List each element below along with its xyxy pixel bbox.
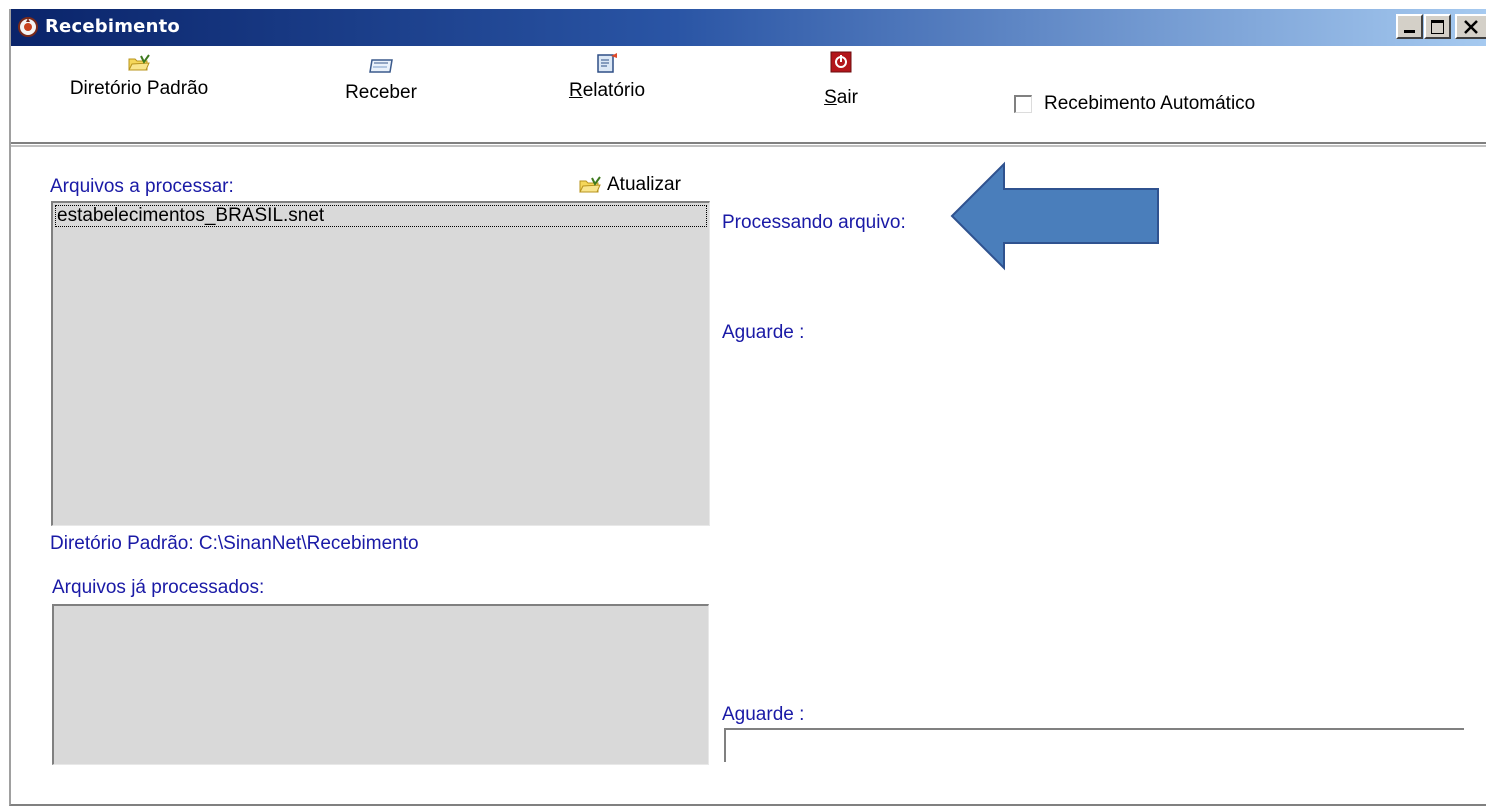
close-icon — [1464, 20, 1478, 34]
default-directory-path: Diretório Padrão: C:\SinanNet\Recebiment… — [50, 533, 419, 554]
exit-label: Sair — [824, 87, 858, 108]
pending-files-label: Arquivos a processar: — [50, 176, 234, 197]
folder-refresh-icon — [579, 176, 601, 193]
toolbar: Diretório Padrão Receber Relatório Sair … — [11, 46, 1486, 147]
receive-icon — [369, 59, 393, 73]
left-arrow-annotation — [950, 161, 1159, 271]
receive-button[interactable]: Receber — [331, 58, 431, 104]
close-button[interactable] — [1455, 14, 1486, 39]
wait-label-bottom: Aguarde : — [722, 704, 805, 725]
app-icon — [18, 17, 38, 37]
default-directory-label: Diretório Padrão — [69, 78, 209, 99]
title-bar[interactable]: Recebimento — [11, 9, 1486, 46]
processing-file-label: Processando arquivo: — [722, 212, 906, 233]
processed-files-label: Arquivos já processados: — [52, 577, 265, 598]
exit-button[interactable]: Sair — [811, 51, 871, 109]
report-label: Relatório — [568, 80, 646, 101]
report-icon — [597, 53, 617, 73]
minimize-icon — [1404, 30, 1415, 33]
default-directory-button[interactable]: Diretório Padrão — [69, 54, 209, 100]
processed-files-list[interactable] — [52, 604, 709, 765]
exit-icon — [830, 51, 852, 73]
auto-receive-checkbox[interactable] — [1014, 95, 1032, 113]
recebimento-window: Recebimento Diretório Padrão Receber Rel… — [9, 9, 1486, 806]
maximize-icon — [1431, 20, 1444, 34]
report-button[interactable]: Relatório — [559, 52, 655, 102]
auto-receive-label: Recebimento Automático — [1044, 93, 1256, 114]
progress-field — [724, 728, 1464, 762]
pending-files-list[interactable]: estabelecimentos_BRASIL.snet — [51, 201, 710, 526]
window-title: Recebimento — [45, 16, 180, 37]
receive-label: Receber — [345, 82, 417, 103]
list-item[interactable]: estabelecimentos_BRASIL.snet — [55, 205, 707, 227]
wait-label-top: Aguarde : — [722, 322, 805, 343]
maximize-button[interactable] — [1424, 14, 1451, 39]
minimize-button[interactable] — [1396, 14, 1423, 39]
refresh-label: Atualizar — [607, 174, 681, 195]
folder-icon — [128, 54, 150, 71]
